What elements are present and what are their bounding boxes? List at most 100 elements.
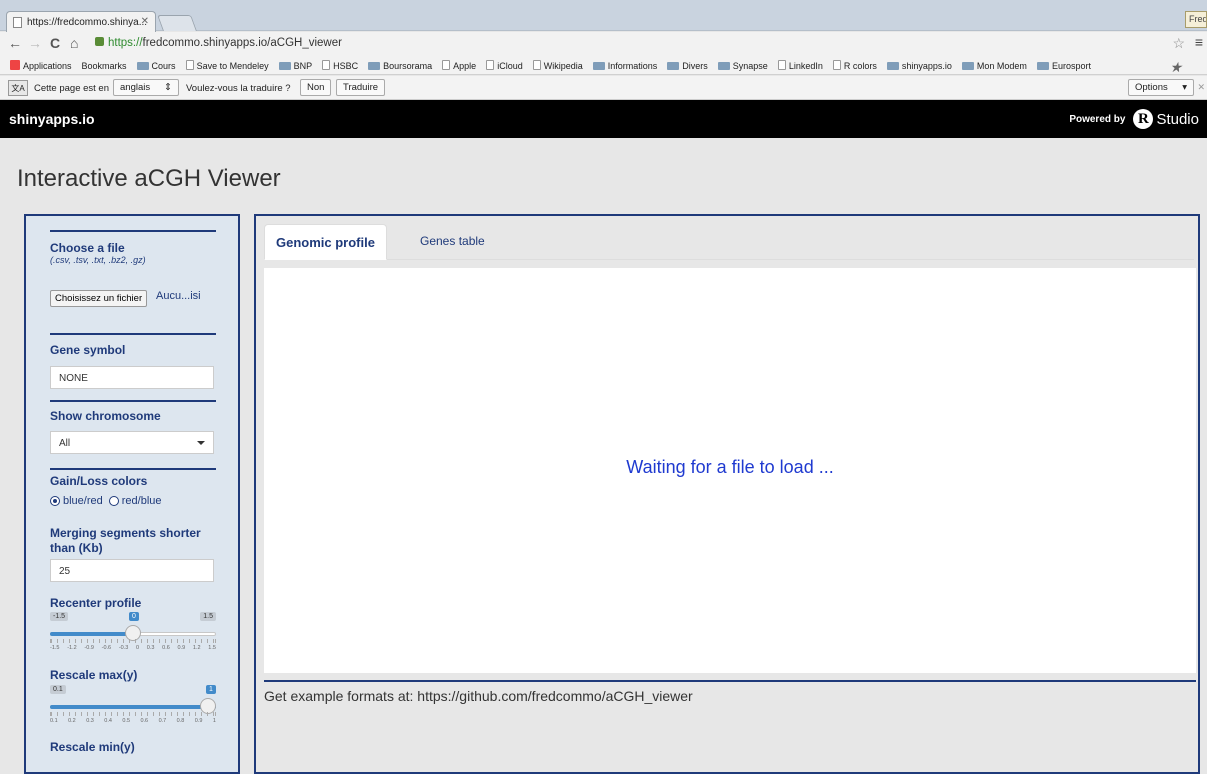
bookmark-item[interactable]: R colors <box>832 56 877 71</box>
bookmark-item[interactable]: Mon Modem <box>961 57 1027 71</box>
gene-symbol-input[interactable]: NONE <box>50 366 214 389</box>
bookmark-item[interactable]: HSBC <box>322 56 358 71</box>
tab-genes-table[interactable]: Genes table <box>409 224 496 260</box>
slider-tick-label: -0.9 <box>84 645 94 651</box>
bookmark-item[interactable]: shinyapps.io <box>886 57 952 71</box>
slider-tick-label: 0.5 <box>122 718 131 724</box>
synapse-icon <box>717 62 730 70</box>
bookmark-label: Cours <box>151 61 176 71</box>
recenter-slider[interactable]: -1.5 1.5 0 -1.5 -1.2 -0.9 -0.6 -0.3 0 0.3 0.6 0.… <box>50 612 216 660</box>
url-scheme: https:// <box>108 37 143 49</box>
reload-icon[interactable]: C <box>50 35 60 51</box>
page-title: Interactive aCGH Viewer <box>17 165 281 192</box>
browser-tab[interactable]: https://fredcommo.shinya... ✕ <box>6 11 156 32</box>
slider-max: 1.5 <box>200 612 216 621</box>
url-path: fredcommo.shinyapps.io/aCGH_viewer <box>142 37 342 49</box>
page-icon <box>322 60 331 70</box>
new-tab-button[interactable] <box>157 15 197 31</box>
chromosome-value: All <box>59 438 71 449</box>
no-button[interactable]: Non <box>300 79 332 96</box>
apps-grid-icon <box>10 60 20 70</box>
close-tab-icon[interactable]: ✕ <box>141 16 149 27</box>
powered-by: Powered by R Studio <box>1069 109 1199 129</box>
slider-tick-label: 0.2 <box>68 718 76 724</box>
folder-icon <box>667 62 680 70</box>
color-radio-group: blue/red red/blue <box>50 495 162 507</box>
menu-icon[interactable]: ≡ <box>1195 34 1203 50</box>
slider-tick-label: -0.3 <box>118 645 129 651</box>
divider <box>50 400 216 402</box>
translate-button[interactable]: Traduire <box>336 79 386 96</box>
translate-prefix: Cette page est en <box>34 83 109 94</box>
slider-fill <box>50 705 216 709</box>
divider <box>50 230 216 232</box>
radio-blue-red-label: blue/red <box>63 495 103 507</box>
choose-file-button[interactable]: Choisissez un fichier <box>50 290 148 307</box>
tab-genomic-profile[interactable]: Genomic profile <box>264 224 387 260</box>
tab-bar: Genomic profile Genes table <box>264 224 1194 260</box>
bookmark-item[interactable]: Cours <box>136 57 176 71</box>
rstudio-logo-icon: R <box>1133 109 1154 129</box>
slider-min: -1.5 <box>50 612 69 621</box>
options-button[interactable]: Options ▾ <box>1128 79 1194 96</box>
bookmark-label: Bookmarks <box>81 61 127 71</box>
slider-tick-label: 0.6 <box>140 718 149 724</box>
forward-icon[interactable]: → <box>28 35 42 51</box>
close-icon[interactable]: ✕ <box>1197 82 1205 93</box>
bookmark-item[interactable]: Boursorama <box>368 57 432 71</box>
bookmark-star-icon[interactable]: ☆ <box>1172 35 1185 52</box>
bookmark-item[interactable]: ★ Bookmarks <box>81 57 1182 74</box>
radio-red-blue[interactable] <box>108 496 119 506</box>
profile-button[interactable]: Fred <box>1185 11 1207 28</box>
options-label: Options <box>1135 82 1168 93</box>
bookmark-item[interactable]: Eurosport <box>1036 57 1091 71</box>
divider <box>50 333 216 335</box>
bookmark-label: Mon Modem <box>976 61 1027 71</box>
back-icon[interactable]: ← <box>8 35 22 51</box>
bookmark-item[interactable]: Save to Mendeley <box>185 56 269 71</box>
bookmark-item[interactable]: Wikipedia <box>532 56 583 71</box>
chevron-down-icon: ▾ <box>1182 82 1187 93</box>
language-select[interactable]: anglais ⇕ <box>113 79 179 96</box>
slider-tick-labels: 0.1 0.2 0.3 0.4 0.5 0.6 0.7 0.8 0.9 1 <box>50 718 216 724</box>
bookmark-item[interactable]: Informations <box>592 57 658 71</box>
shinyapps-icon <box>886 62 899 70</box>
address-bar[interactable]: https://fredcommo.shinyapps.io/aCGH_view… <box>95 35 1185 53</box>
bookmark-label: Boursorama <box>383 61 433 71</box>
bookmark-item[interactable]: Synapse <box>717 57 768 71</box>
bookmark-label: Informations <box>607 61 658 71</box>
chromosome-select[interactable]: All <box>50 431 214 454</box>
page-icon <box>13 17 22 28</box>
slider-tick-label: 1.2 <box>192 645 201 651</box>
bookmark-item[interactable]: LinkedIn <box>777 56 823 71</box>
shinyapps-header: shinyapps.io Powered by R Studio <box>0 100 1207 138</box>
radio-blue-red[interactable] <box>50 496 60 506</box>
brand-logo[interactable]: shinyapps.io <box>9 111 95 127</box>
slider-min: 0.1 <box>50 685 66 694</box>
bookmark-item[interactable]: Divers <box>667 57 708 71</box>
bookmark-label: LinkedIn <box>788 61 823 71</box>
bookmark-item[interactable]: Apple <box>442 56 476 71</box>
bnp-icon <box>278 62 291 70</box>
bookmark-label: Wikipedia <box>543 61 583 71</box>
merge-input[interactable]: 25 <box>50 559 214 582</box>
slider-value: 1 <box>206 685 216 694</box>
bookmark-label: Save to Mendeley <box>196 61 269 71</box>
chromosome-label: Show chromosome <box>50 409 161 423</box>
bookmark-label: Synapse <box>732 61 768 71</box>
rescale-max-label: Rescale max(y) <box>50 668 138 682</box>
slider-tick-label: 0.3 <box>86 718 94 724</box>
bookmark-label: shinyapps.io <box>901 61 952 71</box>
bookmark-label: Eurosport <box>1051 61 1091 71</box>
slider-ticks <box>50 712 216 716</box>
bookmark-item[interactable]: iCloud <box>486 56 523 71</box>
rescale-max-slider[interactable]: 0.1 1 0.1 0.2 0.3 0.4 0.5 0.6 0.7 0.8 0.9 1 <box>50 685 216 733</box>
powered-by-label: Powered by <box>1069 113 1126 125</box>
slider-tick-label: 0.1 <box>50 718 58 724</box>
eurosport-icon <box>1036 62 1049 70</box>
slider-tick-label: 0.9 <box>177 645 186 651</box>
gene-label: Gene symbol <box>50 343 126 357</box>
home-icon[interactable]: ⌂ <box>70 35 78 51</box>
bookmark-item[interactable]: BNP <box>278 57 312 71</box>
bookmark-item[interactable]: Applications <box>10 56 72 71</box>
